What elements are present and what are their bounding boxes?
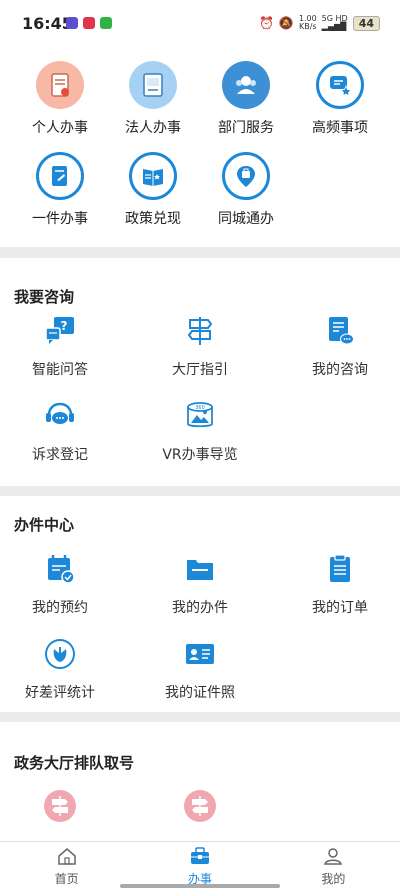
consult-section: 我要咨询 ? 智能问答 大厅指引 我的咨询 诉求登记 360 VR办事导览 bbox=[0, 258, 400, 486]
consult-label: 我的咨询 bbox=[312, 362, 368, 378]
consult-label: VR办事导览 bbox=[162, 447, 238, 463]
service-legal-person[interactable]: 法人办事 bbox=[105, 61, 201, 137]
legal-person-icon bbox=[129, 61, 177, 109]
consult-label: 诉求登记 bbox=[32, 447, 88, 463]
center-label: 我的证件照 bbox=[165, 685, 235, 701]
battery-icon: 44 bbox=[352, 15, 380, 31]
network-speed-unit: KB/s bbox=[298, 22, 317, 31]
section-title: 政务大厅排队取号 bbox=[14, 754, 135, 772]
service-label: 部门服务 bbox=[218, 120, 274, 136]
vr-guide-icon: 360 bbox=[183, 399, 217, 433]
policy-icon bbox=[129, 152, 177, 200]
service-high-frequency[interactable]: 高频事项 bbox=[292, 61, 388, 137]
center-appointment[interactable]: 我的预约 bbox=[0, 552, 127, 617]
mute-icon: 🔕 bbox=[278, 16, 294, 30]
rating-stats-icon bbox=[43, 637, 77, 671]
app-notification-icon bbox=[83, 17, 95, 29]
service-policy[interactable]: 政策兑现 bbox=[105, 152, 201, 228]
center-label: 我的订单 bbox=[312, 600, 368, 616]
center-my-order[interactable]: 我的订单 bbox=[273, 552, 400, 617]
svg-text:?: ? bbox=[61, 319, 68, 333]
queue-ticket-icon bbox=[44, 790, 76, 822]
service-label: 法人办事 bbox=[125, 120, 181, 136]
nav-affairs[interactable]: 办事 bbox=[133, 842, 266, 889]
high-frequency-icon bbox=[316, 61, 364, 109]
appeal-register-icon bbox=[43, 399, 77, 433]
briefcase-icon bbox=[133, 847, 266, 869]
service-personal[interactable]: 个人办事 bbox=[12, 61, 108, 137]
hall-guide-icon bbox=[183, 314, 217, 348]
personal-affairs-icon bbox=[36, 61, 84, 109]
center-id-photo[interactable]: 我的证件照 bbox=[133, 637, 267, 702]
alarm-icon: ⏰ bbox=[258, 16, 274, 30]
queue-section: 政务大厅排队取号 bbox=[0, 722, 400, 841]
smart-qa-icon: ? bbox=[43, 314, 77, 348]
consult-my-consult[interactable]: 我的咨询 bbox=[273, 314, 400, 379]
department-service-icon bbox=[222, 61, 270, 109]
consult-hall-guide[interactable]: 大厅指引 bbox=[133, 314, 267, 379]
same-city-icon bbox=[222, 152, 270, 200]
consult-vr-guide[interactable]: 360 VR办事导览 bbox=[133, 399, 267, 464]
service-same-city[interactable]: 同城通办 bbox=[198, 152, 294, 228]
home-indicator[interactable] bbox=[120, 884, 280, 888]
one-stop-icon bbox=[36, 152, 84, 200]
service-one-stop[interactable]: 一件办事 bbox=[12, 152, 108, 228]
service-label: 政策兑现 bbox=[125, 211, 181, 227]
my-case-icon bbox=[183, 552, 217, 586]
appointment-icon bbox=[43, 552, 77, 586]
queue-ticket-icon bbox=[184, 790, 216, 822]
id-photo-icon bbox=[183, 637, 217, 671]
top-services-panel: 个人办事 法人办事 部门服务 高频事项 一件办事 政策兑现 同城通办 bbox=[0, 50, 400, 247]
nav-label: 我的 bbox=[321, 872, 346, 886]
network-speed: 1.00 KB/s bbox=[299, 15, 317, 31]
signal-icon: 5G HD ▂▄▆█ bbox=[321, 14, 348, 31]
notification-icons bbox=[66, 17, 112, 29]
queue-item[interactable] bbox=[133, 790, 267, 832]
center-label: 我的办件 bbox=[172, 600, 228, 616]
center-label: 好差评统计 bbox=[25, 685, 95, 701]
service-label: 一件办事 bbox=[32, 211, 88, 227]
nav-home[interactable]: 首页 bbox=[0, 842, 133, 889]
center-label: 我的预约 bbox=[32, 600, 88, 616]
home-icon bbox=[0, 847, 133, 869]
case-center-section: 办件中心 我的预约 我的办件 我的订单 好差评统计 我的证件照 bbox=[0, 496, 400, 712]
center-rating-stats[interactable]: 好差评统计 bbox=[0, 637, 127, 702]
nav-label: 首页 bbox=[54, 872, 79, 886]
status-right: ⏰ 🔕 1.00 KB/s 5G HD ▂▄▆█ 44 bbox=[259, 15, 380, 31]
my-consult-icon bbox=[323, 314, 357, 348]
center-my-case[interactable]: 我的办件 bbox=[133, 552, 267, 617]
app-notification-icon bbox=[66, 17, 78, 29]
bottom-nav: 首页 办事 我的 bbox=[0, 841, 400, 889]
svg-text:360: 360 bbox=[195, 405, 205, 411]
my-order-icon bbox=[323, 552, 357, 586]
consult-smart-qa[interactable]: ? 智能问答 bbox=[0, 314, 127, 379]
service-department[interactable]: 部门服务 bbox=[198, 61, 294, 137]
status-bar: 16:45 ⏰ 🔕 1.00 KB/s 5G HD ▂▄▆█ 44 bbox=[0, 0, 400, 50]
user-icon bbox=[267, 847, 400, 869]
service-label: 个人办事 bbox=[32, 120, 88, 136]
app-notification-icon bbox=[100, 17, 112, 29]
consult-label: 大厅指引 bbox=[172, 362, 228, 378]
nav-mine[interactable]: 我的 bbox=[267, 842, 400, 889]
section-title: 我要咨询 bbox=[14, 288, 75, 306]
consult-appeal[interactable]: 诉求登记 bbox=[0, 399, 127, 464]
service-label: 高频事项 bbox=[312, 120, 368, 136]
queue-item[interactable] bbox=[0, 790, 127, 832]
consult-label: 智能问答 bbox=[32, 362, 88, 378]
section-title: 办件中心 bbox=[14, 516, 75, 534]
service-label: 同城通办 bbox=[218, 211, 274, 227]
